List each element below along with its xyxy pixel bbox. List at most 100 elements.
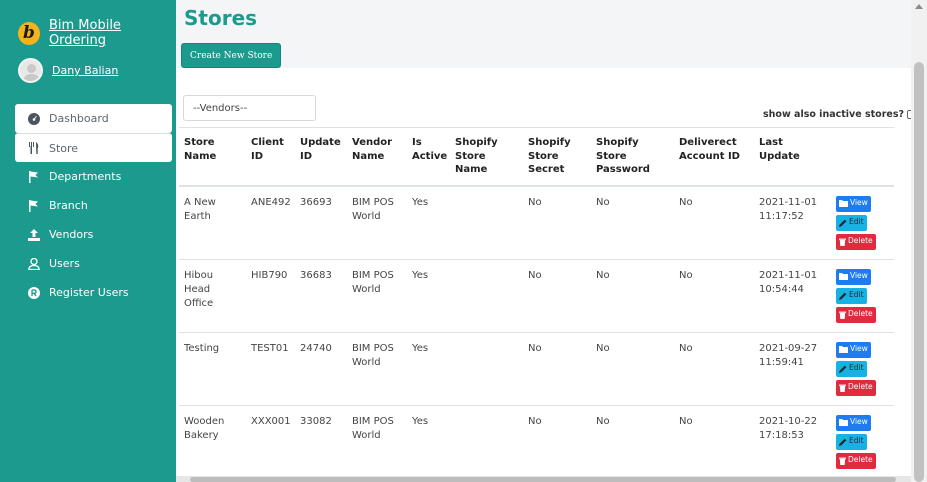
edit-button[interactable]: Edit	[836, 287, 867, 304]
cell-shopify-store-secret: No	[523, 258, 591, 332]
page-title: Stores	[184, 6, 258, 30]
table-row: Hibou Head Office HIB790 36683 BIM POS W…	[179, 258, 894, 332]
cell-last-update: 2021-09-27 11:59:41	[754, 331, 831, 405]
column-header[interactable]: Shopify Store Password	[591, 127, 674, 187]
sidebar: b Bim Mobile Ordering Dany Balian Dashbo…	[0, 0, 176, 482]
cell-actions: View Edit Delete	[831, 185, 894, 259]
edit-label: Edit	[849, 290, 864, 300]
cell-vendor-name: BIM POS World	[347, 258, 407, 332]
create-new-store-button[interactable]: Create New Store	[181, 43, 282, 68]
delete-label: Delete	[848, 309, 873, 319]
horizontal-scroll-thumb[interactable]	[190, 477, 896, 482]
delete-button[interactable]: Delete	[836, 452, 876, 469]
cell-client-id: HIB790	[246, 258, 295, 332]
cell-client-id: ANE492	[246, 185, 295, 259]
folder-icon	[839, 346, 848, 353]
table-row: Testing TEST01 24740 BIM POS World Yes N…	[179, 331, 894, 405]
column-header	[831, 127, 894, 187]
sidebar-nav: Dashboard Store Departments Branch Vendo…	[15, 104, 172, 307]
cell-store-name: A New Earth	[179, 185, 246, 259]
user-profile[interactable]: Dany Balian	[18, 58, 118, 83]
view-label: View	[850, 344, 868, 354]
view-button[interactable]: View	[836, 268, 871, 285]
sidebar-item-branch[interactable]: Branch	[15, 191, 172, 220]
trash-icon	[839, 238, 846, 246]
delete-label: Delete	[848, 236, 873, 246]
cell-actions: View Edit Delete	[831, 258, 894, 332]
sidebar-item-store[interactable]: Store	[15, 133, 172, 162]
cell-deliverect-account-id: No	[674, 404, 754, 478]
sidebar-item-label: Register Users	[49, 286, 129, 299]
user-name-link[interactable]: Dany Balian	[52, 64, 118, 77]
sidebar-item-label: Vendors	[49, 228, 94, 241]
app-window: b Bim Mobile Ordering Dany Balian Dashbo…	[0, 0, 927, 482]
cell-shopify-store-password: No	[591, 404, 674, 478]
delete-label: Delete	[848, 455, 873, 465]
pencil-icon	[839, 219, 847, 227]
cell-store-name: Hibou Head Office	[179, 258, 246, 332]
cell-store-name: Testing	[179, 331, 246, 405]
cell-deliverect-account-id: No	[674, 258, 754, 332]
cell-shopify-store-name	[450, 331, 523, 405]
horizontal-scrollbar[interactable]	[176, 476, 911, 482]
cell-vendor-name: BIM POS World	[347, 404, 407, 478]
cell-deliverect-account-id: No	[674, 331, 754, 405]
sidebar-item-vendors[interactable]: Vendors	[15, 220, 172, 249]
pencil-icon	[839, 292, 847, 300]
view-button[interactable]: View	[836, 341, 871, 358]
view-button[interactable]: View	[836, 414, 871, 431]
cell-shopify-store-name	[450, 185, 523, 259]
cell-shopify-store-secret: No	[523, 404, 591, 478]
cell-last-update: 2021-10-22 17:18:53	[754, 404, 831, 478]
column-header[interactable]: Vendor Name	[347, 127, 407, 187]
brand[interactable]: b Bim Mobile Ordering	[18, 18, 176, 48]
sidebar-item-users[interactable]: Users	[15, 249, 172, 278]
sidebar-item-dashboard[interactable]: Dashboard	[15, 104, 172, 133]
flag-icon	[27, 199, 41, 212]
cell-shopify-store-name	[450, 258, 523, 332]
table-row: A New Earth ANE492 36693 BIM POS World Y…	[179, 185, 894, 259]
vertical-scrollbar[interactable]	[911, 0, 927, 482]
column-header[interactable]: Shopify Store Name	[450, 127, 523, 187]
cell-update-id: 24740	[295, 331, 347, 405]
delete-button[interactable]: Delete	[836, 306, 876, 323]
sidebar-item-departments[interactable]: Departments	[15, 162, 172, 191]
view-button[interactable]: View	[836, 195, 871, 212]
cell-update-id: 36693	[295, 185, 347, 259]
delete-button[interactable]: Delete	[836, 233, 876, 250]
scroll-up-arrow-icon[interactable]	[915, 4, 923, 9]
main-content: Stores Create New Store --Vendors-- show…	[176, 0, 927, 482]
edit-button[interactable]: Edit	[836, 433, 867, 450]
cell-actions: View Edit Delete	[831, 404, 894, 478]
cell-shopify-store-secret: No	[523, 331, 591, 405]
column-header[interactable]: Update ID	[295, 127, 347, 187]
column-header[interactable]: Store Name	[179, 127, 246, 187]
vertical-scroll-thumb[interactable]	[914, 62, 924, 482]
sidebar-item-register-users[interactable]: Register Users	[15, 278, 172, 307]
view-label: View	[850, 417, 868, 427]
vendors-select[interactable]: --Vendors--	[183, 95, 316, 121]
folder-icon	[839, 200, 848, 207]
sidebar-item-label: Branch	[49, 199, 88, 212]
cell-shopify-store-secret: No	[523, 185, 591, 259]
delete-button[interactable]: Delete	[836, 379, 876, 396]
column-header[interactable]: Is Active	[407, 127, 450, 187]
column-header[interactable]: Client ID	[246, 127, 295, 187]
column-header[interactable]: Shopify Store Secret	[523, 127, 591, 187]
utensils-icon	[27, 142, 41, 154]
edit-button[interactable]: Edit	[836, 214, 867, 231]
sidebar-item-label: Users	[49, 257, 80, 270]
edit-button[interactable]: Edit	[836, 360, 867, 377]
view-label: View	[850, 198, 868, 208]
cell-is-active: Yes	[407, 185, 450, 259]
cell-store-name: Wooden Bakery	[179, 404, 246, 478]
inactive-filter-label: show also inactive stores?	[763, 109, 905, 120]
cell-is-active: Yes	[407, 258, 450, 332]
brand-name-link[interactable]: Bim Mobile Ordering	[49, 18, 176, 48]
edit-label: Edit	[849, 363, 864, 373]
cell-client-id: TEST01	[246, 331, 295, 405]
cell-update-id: 36683	[295, 258, 347, 332]
column-header[interactable]: Last Update	[754, 127, 831, 187]
pencil-icon	[839, 438, 847, 446]
column-header[interactable]: Deliverect Account ID	[674, 127, 754, 187]
